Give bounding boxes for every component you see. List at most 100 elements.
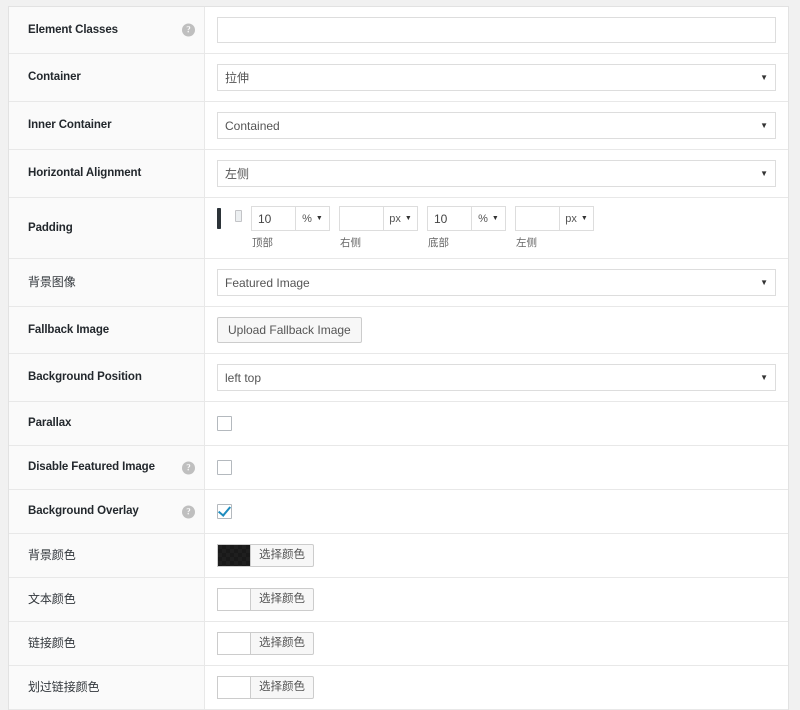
select-value-inner-container: Contained — [225, 119, 754, 133]
label-cell-disable-featured-image: Disable Featured Image? — [9, 446, 205, 489]
settings-row-text-color: 文本颜色 选择颜色 — [9, 578, 788, 622]
padding-input-2[interactable] — [427, 206, 471, 231]
chevron-down-icon: ▼ — [581, 215, 588, 222]
padding-unit-value-1: px — [389, 213, 401, 225]
label-cell-parallax: Parallax — [9, 402, 205, 445]
text-input-element-classes[interactable] — [217, 17, 776, 43]
color-picker-link-hover-color: 选择颜色 — [217, 676, 314, 699]
padding-input-1[interactable] — [339, 206, 383, 231]
settings-row-disable-featured-image: Disable Featured Image? — [9, 446, 788, 490]
select-background-image[interactable]: Featured Image ▼ — [217, 269, 776, 296]
label-cell-fallback-image: Fallback Image — [9, 307, 205, 353]
chevron-down-icon: ▼ — [760, 279, 768, 287]
control-cell-background-color: 选择颜色 — [205, 534, 788, 577]
control-cell-inner-container: Contained▼ — [205, 102, 788, 149]
desktop-icon[interactable] — [217, 210, 230, 222]
padding-input-3[interactable] — [515, 206, 559, 231]
label-cell-padding: Padding — [9, 198, 205, 258]
color-picker-background-color: 选择颜色 — [217, 544, 314, 567]
select-container[interactable]: 拉伸 ▼ — [217, 64, 776, 91]
label-cell-link-color: 链接颜色 — [9, 622, 205, 665]
settings-row-background-image: 背景图像 Featured Image ▼ — [9, 259, 788, 307]
color-swatch-link-color[interactable] — [217, 632, 250, 655]
select-background-position[interactable]: left top ▼ — [217, 364, 776, 391]
select-value-container: 拉伸 — [225, 69, 754, 86]
help-icon-disable-featured-image[interactable]: ? — [182, 461, 195, 474]
padding-group-2: %▼ 底部 — [427, 206, 506, 250]
control-cell-background-image: Featured Image ▼ — [205, 259, 788, 306]
control-cell-disable-featured-image — [205, 446, 788, 489]
settings-row-background-color: 背景颜色选择颜色 — [9, 534, 788, 578]
select-value-background-image: Featured Image — [225, 276, 754, 290]
select-horizontal-alignment[interactable]: 左侧 ▼ — [217, 160, 776, 187]
select-color-button-text-color[interactable]: 选择颜色 — [250, 588, 314, 611]
setting-label-horizontal-alignment: Horizontal Alignment — [28, 166, 141, 181]
color-swatch-link-hover-color[interactable] — [217, 676, 250, 699]
padding-unit-value-0: % — [302, 213, 312, 225]
control-cell-background-position: left top ▼ — [205, 354, 788, 401]
color-swatch-text-color[interactable] — [217, 588, 250, 611]
checkbox-background-overlay[interactable] — [217, 504, 232, 519]
select-value-horizontal-alignment: 左侧 — [225, 165, 754, 182]
label-cell-text-color: 文本颜色 — [9, 578, 205, 621]
control-cell-background-overlay — [205, 490, 788, 533]
setting-label-padding: Padding — [28, 221, 73, 236]
label-cell-background-position: Background Position — [9, 354, 205, 401]
mobile-icon[interactable] — [235, 210, 242, 222]
setting-label-link-hover-color: 划过链接颜色 — [28, 680, 99, 696]
upload-fallback-image-button[interactable]: Upload Fallback Image — [217, 317, 362, 343]
settings-row-inner-container: Inner Container Contained▼ — [9, 102, 788, 150]
padding-unit-value-2: % — [478, 213, 488, 225]
padding-unit-select-1[interactable]: px▼ — [383, 206, 418, 231]
settings-row-horizontal-alignment: Horizontal Alignment 左侧 ▼ — [9, 150, 788, 198]
settings-row-background-overlay: Background Overlay? — [9, 490, 788, 534]
padding-side-label-3: 左侧 — [515, 235, 594, 250]
padding-fields: %▼顶部px▼右侧%▼底部px▼左侧 — [251, 206, 603, 250]
chevron-down-icon: ▼ — [760, 74, 768, 82]
chevron-down-icon: ▼ — [760, 374, 768, 382]
select-color-button-link-color[interactable]: 选择颜色 — [250, 632, 314, 655]
device-toggle-group — [217, 206, 242, 222]
select-value-background-position: left top — [225, 371, 754, 385]
padding-unit-select-3[interactable]: px▼ — [559, 206, 594, 231]
padding-side-label-2: 底部 — [427, 235, 506, 250]
control-cell-container: 拉伸 ▼ — [205, 54, 788, 101]
checkbox-disable-featured-image[interactable] — [217, 460, 232, 475]
padding-unit-select-2[interactable]: %▼ — [471, 206, 506, 231]
label-cell-background-image: 背景图像 — [9, 259, 205, 306]
setting-label-background-image: 背景图像 — [28, 275, 76, 291]
padding-group-0: %▼ 顶部 — [251, 206, 330, 250]
settings-row-parallax: Parallax — [9, 402, 788, 446]
color-picker-text-color: 选择颜色 — [217, 588, 314, 611]
select-inner-container[interactable]: Contained▼ — [217, 112, 776, 139]
padding-group-3: px▼ 左侧 — [515, 206, 594, 250]
label-cell-link-hover-color: 划过链接颜色 — [9, 666, 205, 709]
padding-input-0[interactable] — [251, 206, 295, 231]
settings-panel: Element Classes?Container 拉伸 ▼ Inner Contai… — [8, 6, 789, 710]
setting-label-background-overlay: Background Overlay — [28, 504, 139, 519]
setting-label-link-color: 链接颜色 — [28, 636, 76, 652]
control-cell-horizontal-alignment: 左侧 ▼ — [205, 150, 788, 197]
select-color-button-link-hover-color[interactable]: 选择颜色 — [250, 676, 314, 699]
help-icon-element-classes[interactable]: ? — [182, 24, 195, 37]
settings-row-link-hover-color: 划过链接颜色 选择颜色 — [9, 666, 788, 710]
label-cell-inner-container: Inner Container — [9, 102, 205, 149]
chevron-down-icon: ▼ — [760, 170, 768, 178]
select-color-button-background-color[interactable]: 选择颜色 — [250, 544, 314, 567]
setting-label-parallax: Parallax — [28, 416, 71, 431]
padding-side-label-0: 顶部 — [251, 235, 330, 250]
color-swatch-background-color[interactable] — [217, 544, 250, 567]
label-cell-horizontal-alignment: Horizontal Alignment — [9, 150, 205, 197]
settings-row-container: Container 拉伸 ▼ — [9, 54, 788, 102]
color-picker-link-color: 选择颜色 — [217, 632, 314, 655]
settings-row-element-classes: Element Classes? — [9, 7, 788, 54]
checkbox-parallax[interactable] — [217, 416, 232, 431]
control-cell-text-color: 选择颜色 — [205, 578, 788, 621]
label-cell-container: Container — [9, 54, 205, 101]
settings-row-padding: Padding%▼顶部px▼右侧%▼底部px▼左侧 — [9, 198, 788, 259]
padding-side-label-1: 右侧 — [339, 235, 418, 250]
help-icon-background-overlay[interactable]: ? — [182, 505, 195, 518]
padding-unit-select-0[interactable]: %▼ — [295, 206, 330, 231]
padding-control: %▼顶部px▼右侧%▼底部px▼左侧 — [217, 206, 603, 250]
setting-label-inner-container: Inner Container — [28, 118, 111, 133]
